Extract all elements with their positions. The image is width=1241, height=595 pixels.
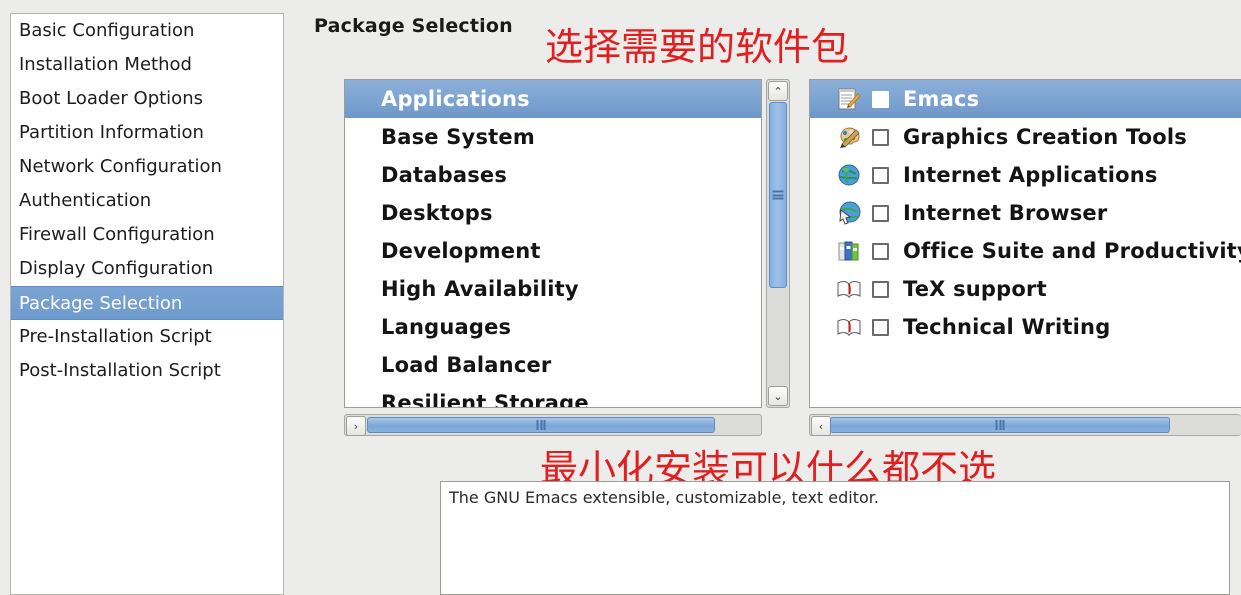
group-row-internet-browser[interactable]: Internet Browser	[810, 194, 1241, 232]
package-category-list[interactable]: Applications Base System Databases Deskt…	[344, 79, 762, 408]
group-row-emacs[interactable]: Emacs	[810, 80, 1241, 118]
package-description-box: The GNU Emacs extensible, customizable, …	[440, 481, 1230, 595]
scrollbar-grip-icon	[995, 420, 1005, 430]
category-row-desktops[interactable]: Desktops	[345, 194, 761, 232]
group-row-tex-support[interactable]: TeX support	[810, 270, 1241, 308]
sidebar-item-label: Network Configuration	[19, 156, 222, 177]
group-checkbox[interactable]	[872, 204, 889, 222]
page-title: Package Selection	[314, 15, 513, 37]
annotation-top: 选择需要的软件包	[545, 25, 850, 69]
category-row-base-system[interactable]: Base System	[345, 118, 761, 156]
scroll-up-arrow-icon[interactable]: ⌃	[768, 81, 788, 101]
scroll-down-arrow-icon[interactable]: ⌄	[768, 386, 788, 406]
category-label: Databases	[381, 163, 508, 187]
category-row-languages[interactable]: Languages	[345, 308, 761, 346]
open-book-icon	[836, 314, 862, 340]
group-checkbox[interactable]	[872, 280, 889, 298]
sidebar-item-boot-loader-options[interactable]: Boot Loader Options	[11, 82, 283, 116]
group-label: Emacs	[903, 87, 980, 111]
group-checkbox[interactable]	[872, 242, 889, 260]
group-checkbox[interactable]	[872, 90, 889, 108]
package-group-list[interactable]: Emacs Graphics Creation Tools Internet A…	[809, 79, 1241, 408]
category-label: High Availability	[381, 277, 579, 301]
sidebar-item-authentication[interactable]: Authentication	[11, 184, 283, 218]
group-checkbox[interactable]	[872, 128, 889, 146]
open-book-icon	[836, 276, 862, 302]
notepad-pencil-icon	[836, 86, 862, 112]
group-row-internet-applications[interactable]: Internet Applications	[810, 156, 1241, 194]
sidebar-item-label: Display Configuration	[19, 258, 214, 279]
sidebar-item-label: Post-Installation Script	[19, 360, 221, 381]
scroll-right-arrow-icon[interactable]: ›	[346, 416, 366, 436]
group-label: Technical Writing	[903, 315, 1111, 339]
group-row-graphics-creation-tools[interactable]: Graphics Creation Tools	[810, 118, 1241, 156]
sidebar-item-installation-method[interactable]: Installation Method	[11, 48, 283, 82]
sidebar-item-label: Pre-Installation Script	[19, 326, 212, 347]
category-label: Desktops	[381, 201, 493, 225]
globe-icon	[836, 162, 862, 188]
sidebar-item-package-selection[interactable]: Package Selection	[11, 286, 283, 320]
sidebar-item-partition-information[interactable]: Partition Information	[11, 116, 283, 150]
group-list-horizontal-scrollbar[interactable]: ‹	[809, 414, 1241, 436]
category-label: Applications	[381, 87, 530, 111]
sidebar-item-display-configuration[interactable]: Display Configuration	[11, 252, 283, 286]
sidebar-item-label: Firewall Configuration	[19, 224, 215, 245]
group-label: Graphics Creation Tools	[903, 125, 1187, 149]
package-description-text: The GNU Emacs extensible, customizable, …	[449, 488, 879, 507]
group-row-technical-writing[interactable]: Technical Writing	[810, 308, 1241, 346]
group-checkbox[interactable]	[872, 166, 889, 184]
group-row-office-suite[interactable]: Office Suite and Productivity	[810, 232, 1241, 270]
scrollbar-grip-icon	[772, 190, 784, 200]
scroll-left-arrow-icon[interactable]: ‹	[811, 416, 831, 436]
vertical-scrollbar-thumb[interactable]	[769, 102, 787, 288]
category-label: Base System	[381, 125, 535, 149]
sidebar-item-post-installation-script[interactable]: Post-Installation Script	[11, 354, 283, 388]
sidebar-item-label: Partition Information	[19, 122, 204, 143]
category-row-high-availability[interactable]: High Availability	[345, 270, 761, 308]
sidebar-item-label: Authentication	[19, 190, 152, 211]
sidebar-item-basic-configuration[interactable]: Basic Configuration	[11, 14, 283, 48]
sidebar-item-label: Boot Loader Options	[19, 88, 203, 109]
category-row-databases[interactable]: Databases	[345, 156, 761, 194]
globe-cursor-icon	[836, 200, 862, 226]
category-row-applications[interactable]: Applications	[345, 80, 761, 118]
scrollbar-grip-icon	[536, 420, 546, 430]
paint-palette-icon	[836, 124, 862, 150]
category-label: Resilient Storage	[381, 391, 589, 408]
sidebar-item-network-configuration[interactable]: Network Configuration	[11, 150, 283, 184]
category-label: Development	[381, 239, 541, 263]
horizontal-scrollbar-thumb[interactable]	[830, 417, 1170, 433]
sidebar-item-pre-installation-script[interactable]: Pre-Installation Script	[11, 320, 283, 354]
category-row-development[interactable]: Development	[345, 232, 761, 270]
configuration-sidebar[interactable]: Basic Configuration Installation Method …	[10, 13, 284, 595]
horizontal-scrollbar-thumb[interactable]	[367, 417, 715, 433]
group-checkbox[interactable]	[872, 318, 889, 336]
category-label: Load Balancer	[381, 353, 552, 377]
group-label: Internet Browser	[903, 201, 1108, 225]
sidebar-item-label: Installation Method	[19, 54, 192, 75]
binders-icon	[836, 238, 862, 264]
category-list-vertical-scrollbar[interactable]: ⌃ ⌄	[766, 79, 790, 408]
sidebar-item-label: Package Selection	[19, 293, 183, 314]
sidebar-item-firewall-configuration[interactable]: Firewall Configuration	[11, 218, 283, 252]
group-label: TeX support	[903, 277, 1047, 301]
category-row-resilient-storage[interactable]: Resilient Storage	[345, 384, 761, 408]
category-row-load-balancer[interactable]: Load Balancer	[345, 346, 761, 384]
sidebar-item-label: Basic Configuration	[19, 20, 195, 41]
category-label: Languages	[381, 315, 512, 339]
group-label: Office Suite and Productivity	[903, 239, 1241, 263]
group-label: Internet Applications	[903, 163, 1158, 187]
category-list-horizontal-scrollbar[interactable]: ‹ ›	[344, 414, 762, 436]
